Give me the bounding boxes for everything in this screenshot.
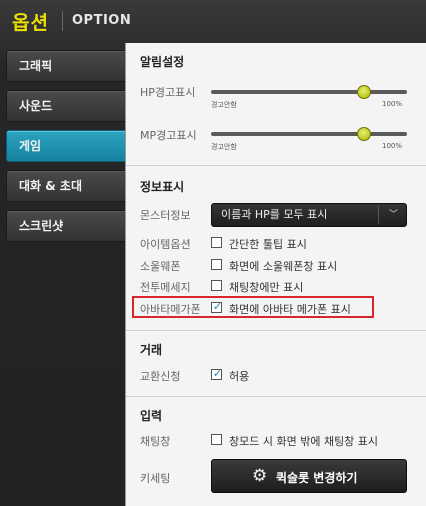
section-title-alarm: 알림설정 — [140, 55, 185, 69]
sidebar-item-chat-invite[interactable]: 대화 & 초대 — [6, 170, 140, 202]
item-option-label: 아이템옵션 — [140, 238, 191, 251]
avatar-megaphone-text: 화면에 아바타 메가폰 표시 — [229, 303, 351, 316]
chat-window-text: 창모드 시 화면 밖에 채팅창 표시 — [229, 435, 379, 448]
item-option-box[interactable] — [211, 237, 222, 248]
battle-message-box[interactable] — [211, 280, 222, 291]
mp-warning-slider[interactable] — [211, 127, 407, 141]
gear-icon: ⚙ — [252, 466, 268, 486]
soul-weapon-box[interactable] — [211, 259, 222, 270]
chat-window-label: 채팅창 — [140, 435, 171, 448]
hp-warning-slider-knob[interactable] — [356, 85, 371, 99]
window-title: 옵션 — [12, 12, 49, 34]
dropdown-divider — [378, 206, 379, 224]
sidebar-item-screenshot[interactable]: 스크린샷 — [6, 210, 140, 242]
hp-warning-slider[interactable] — [211, 85, 407, 99]
chevron-down-icon[interactable]: ﹀ — [389, 204, 398, 226]
section-title-info: 정보표시 — [140, 180, 185, 194]
key-setting-label: 키세팅 — [140, 472, 171, 485]
hp-warning-label: HP경고표시 — [140, 86, 196, 99]
battle-message-label: 전투메세지 — [140, 281, 191, 294]
check-icon: ✓ — [212, 300, 223, 313]
sidebar-item-sound[interactable]: 사운드 — [6, 90, 140, 122]
check-icon: ✓ — [212, 367, 223, 380]
soul-weapon-text: 화면에 소울웨폰창 표시 — [229, 260, 338, 273]
trade-request-text: 허용 — [229, 370, 250, 383]
mp-slider-max-label: 100% — [382, 142, 403, 150]
section-title-input: 입력 — [140, 409, 163, 423]
item-option-text: 간단한 툴팁 표시 — [229, 238, 307, 251]
mp-warning-slider-knob[interactable] — [356, 127, 371, 141]
section-alarm: 알림설정 HP경고표시 경고안함 100% MP경고표시 경고안함 100% — [126, 43, 426, 166]
trade-request-label: 교환신청 — [140, 370, 181, 383]
avatar-megaphone-box[interactable]: ✓ — [211, 300, 223, 313]
section-trade: 거래 — [126, 331, 426, 397]
options-window: 옵션 OPTION 그래픽 사운드 게임 대화 & 초대 스크린샷 알림설정 H… — [0, 0, 426, 506]
title-bar: 옵션 OPTION — [0, 0, 426, 42]
quickslot-change-button-label: 퀵슬롯 변경하기 — [276, 471, 358, 485]
hp-slider-max-label: 100% — [382, 100, 403, 108]
monster-info-selected: 이름과 HP를 모두 표시 — [221, 208, 328, 221]
mp-slider-min-label: 경고안함 — [211, 143, 237, 151]
section-title-trade: 거래 — [140, 343, 163, 357]
battle-message-text: 채팅창에만 표시 — [229, 281, 304, 294]
monster-info-label: 몬스터정보 — [140, 209, 191, 222]
avatar-megaphone-label: 아바타메가폰 — [140, 303, 201, 316]
chat-window-box[interactable] — [211, 434, 222, 445]
title-divider — [62, 11, 63, 31]
soul-weapon-label: 소울웨폰 — [140, 260, 181, 273]
monster-info-dropdown[interactable]: 이름과 HP를 모두 표시 ﹀ — [211, 203, 407, 227]
quickslot-change-button[interactable]: ⚙ 퀵슬롯 변경하기 — [211, 459, 407, 493]
settings-panel: 알림설정 HP경고표시 경고안함 100% MP경고표시 경고안함 100% 정… — [125, 43, 426, 506]
sidebar-item-game[interactable]: 게임 — [6, 130, 140, 162]
sidebar-item-graphics[interactable]: 그래픽 — [6, 50, 140, 82]
mp-warning-label: MP경고표시 — [140, 129, 197, 142]
hp-slider-min-label: 경고안함 — [211, 101, 237, 109]
window-subtitle: OPTION — [72, 13, 132, 28]
trade-request-box[interactable]: ✓ — [211, 367, 223, 380]
